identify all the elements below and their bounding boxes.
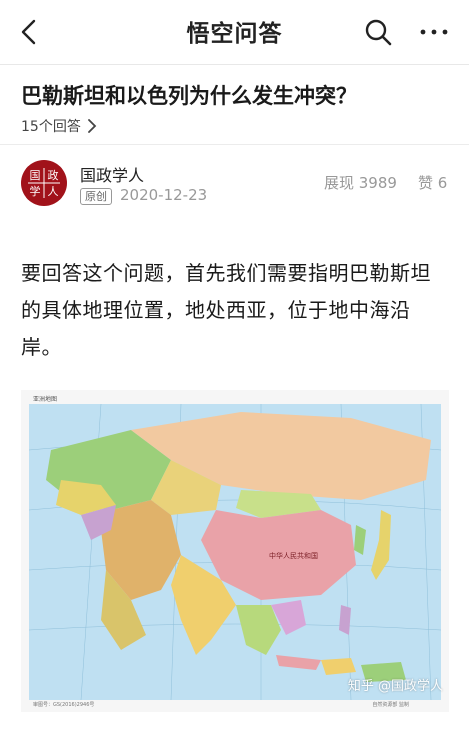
map-label-china: 中华人民共和国	[269, 551, 318, 560]
answer-count-link[interactable]: 15个回答	[21, 116, 97, 136]
question-title[interactable]: 巴勒斯坦和以色列为什么发生冲突？	[21, 80, 461, 110]
avatar-char: 政	[48, 168, 59, 182]
chevron-right-icon	[87, 119, 97, 133]
section-divider	[0, 144, 469, 145]
answer-count-label: 15个回答	[21, 119, 81, 135]
map-graphic: 中华人民共和国	[28, 403, 442, 701]
author-avatar[interactable]: 国政学人	[21, 160, 67, 206]
map-approval-number: 审图号：GS(2016)2946号	[33, 702, 95, 708]
search-icon[interactable]	[362, 16, 394, 48]
answer-paragraph: 要回答这个问题，首先我们需要指明巴勒斯坦的具体地理位置，地处西亚，位于地中海沿岸…	[21, 261, 431, 359]
app-title: 悟空问答	[186, 21, 283, 47]
view-count: 展现 3989	[324, 174, 397, 192]
map-publisher: 自然资源部 监制	[372, 702, 409, 708]
avatar-char: 学	[30, 184, 41, 198]
image-watermark: 知乎 @国政学人	[347, 679, 443, 694]
top-bar: 悟空问答	[0, 0, 469, 64]
header-divider	[0, 64, 469, 65]
author-name[interactable]: 国政学人	[80, 162, 144, 186]
more-dots-icon[interactable]	[416, 16, 452, 48]
original-badge: 原创	[80, 188, 112, 205]
asia-map-image[interactable]: 中华人民共和国 亚洲地图 审图号：GS(2016)2946号 自然资源部 监制 …	[21, 390, 449, 712]
post-date: 2020-12-23	[120, 186, 208, 204]
like-count[interactable]: 赞 6	[418, 172, 447, 193]
avatar-char: 人	[48, 185, 59, 198]
avatar-logo-icon: 国政学人	[26, 166, 62, 200]
map-caption: 亚洲地图	[33, 396, 58, 403]
avatar-char: 国	[30, 169, 41, 182]
